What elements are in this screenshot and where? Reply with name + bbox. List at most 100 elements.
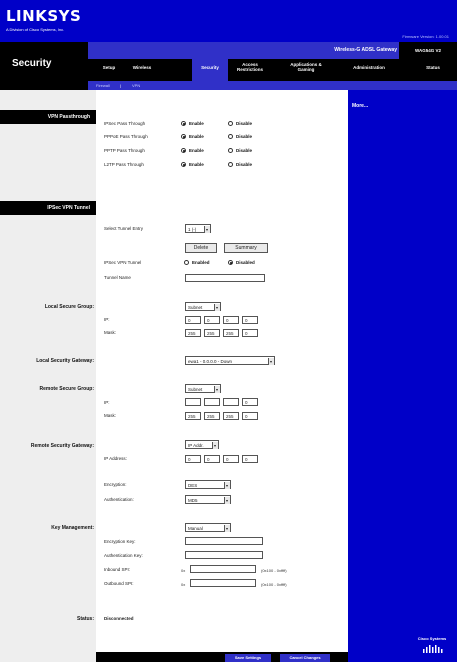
outbound-spi-label: Outbound SPI: bbox=[104, 581, 134, 586]
local-ip-octet-1[interactable]: 0 bbox=[185, 316, 201, 324]
firmware-version: Firmware Version: 1.00.01 bbox=[402, 34, 449, 39]
encryption-label: Encryption: bbox=[104, 482, 127, 487]
tab-setup[interactable]: Setup bbox=[96, 65, 122, 70]
tunnel-name-input[interactable] bbox=[185, 274, 265, 282]
header-row: Security Wireless-G ADSL Gateway WAG54G … bbox=[0, 42, 457, 90]
remote-ip-octet-3[interactable] bbox=[223, 398, 239, 406]
tab-access-restrictions[interactable]: Access Restrictions bbox=[230, 62, 270, 72]
linksys-logo: LINKSYS bbox=[6, 7, 82, 25]
logo-bar: LINKSYS A Division of Cisco Systems, Inc… bbox=[0, 0, 457, 42]
remote-gateway-ip-label: IP Address: bbox=[104, 456, 127, 461]
authentication-select[interactable]: MD5 ▾ bbox=[185, 495, 231, 504]
authentication-label: Authentication: bbox=[104, 497, 134, 502]
remote-ip-octet-2[interactable] bbox=[204, 398, 220, 406]
l2tp-passthrough-disable-radio[interactable] bbox=[228, 162, 233, 167]
l2tp-passthrough-disable-label: Disable bbox=[236, 162, 253, 167]
tab-administration[interactable]: Administration bbox=[343, 65, 395, 70]
local-ip-octet-4[interactable]: 0 bbox=[242, 316, 258, 324]
chevron-down-icon: ▾ bbox=[213, 303, 220, 311]
ipsec-passthrough-enable-radio[interactable] bbox=[181, 121, 186, 126]
chevron-down-icon: ▾ bbox=[203, 225, 210, 233]
tab-status[interactable]: Status bbox=[418, 65, 448, 70]
local-mask-octet-3[interactable]: 255 bbox=[223, 329, 239, 337]
remote-gateway-ip-octet-4[interactable]: 0 bbox=[242, 455, 258, 463]
cisco-logo-text: Cisco Systems bbox=[417, 636, 447, 641]
pptp-passthrough-enable-label: Enable bbox=[189, 148, 204, 153]
more-help-link[interactable]: More... bbox=[352, 103, 368, 109]
ipsec-tunnel-heading: IPSec VPN Tunnel bbox=[0, 201, 96, 215]
security-subnav: Firewall | VPN bbox=[88, 81, 457, 90]
pppoe-passthrough-enable-label: Enable bbox=[189, 134, 204, 139]
pptp-passthrough-disable-radio[interactable] bbox=[228, 148, 233, 153]
remote-group-type-value: Subnet bbox=[188, 386, 203, 392]
l2tp-passthrough-enable-label: Enable bbox=[189, 162, 204, 167]
remote-gateway-ip-octet-2[interactable]: 0 bbox=[204, 455, 220, 463]
cancel-changes-button[interactable]: Cancel Changes bbox=[280, 654, 330, 662]
ipsec-passthrough-disable-radio[interactable] bbox=[228, 121, 233, 126]
local-gateway-select[interactable]: ewa1 - 0.0.0.0 - Down ▾ bbox=[185, 356, 275, 365]
delete-button[interactable]: Delete bbox=[185, 243, 217, 253]
local-group-type-select[interactable]: Subnet ▾ bbox=[185, 302, 221, 311]
remote-group-type-select[interactable]: Subnet ▾ bbox=[185, 384, 221, 393]
help-sidebar bbox=[348, 90, 457, 662]
remote-mask-octet-1[interactable]: 255 bbox=[185, 412, 201, 420]
pppoe-passthrough-enable-radio[interactable] bbox=[181, 134, 186, 139]
remote-mask-octet-3[interactable]: 255 bbox=[223, 412, 239, 420]
local-mask-octet-2[interactable]: 255 bbox=[204, 329, 220, 337]
local-ip-octet-2[interactable]: 0 bbox=[204, 316, 220, 324]
vpn-passthrough-heading: VPN Passthrough bbox=[0, 110, 96, 124]
local-ip-octet-3[interactable]: 0 bbox=[223, 316, 239, 324]
local-mask-label: Mask: bbox=[104, 330, 117, 335]
outbound-spi-prefix: 0x bbox=[181, 582, 186, 587]
chevron-down-icon: ▾ bbox=[223, 481, 230, 489]
tunnel-enabled-radio[interactable] bbox=[184, 260, 189, 265]
inbound-spi-input[interactable] bbox=[190, 565, 256, 573]
local-gateway-value: ewa1 - 0.0.0.0 - Down bbox=[188, 358, 233, 364]
l2tp-passthrough-label: L2TP Pass Through bbox=[104, 162, 144, 167]
tab-applications-gaming[interactable]: Applications & Gaming bbox=[284, 62, 328, 72]
subtab-separator: | bbox=[120, 83, 122, 88]
main-nav: Setup Wireless Security Access Restricti… bbox=[88, 59, 457, 90]
remote-ip-octet-1[interactable] bbox=[185, 398, 201, 406]
authentication-key-label: Authentication Key: bbox=[104, 553, 143, 558]
tunnel-name-label: Tunnel Name bbox=[104, 275, 131, 280]
tab-security[interactable]: Security bbox=[192, 59, 228, 81]
remote-mask-octet-4[interactable]: 0 bbox=[242, 412, 258, 420]
save-settings-button[interactable]: Save Settings bbox=[225, 654, 271, 662]
summary-button[interactable]: Summary bbox=[224, 243, 268, 253]
authentication-key-input[interactable] bbox=[185, 551, 263, 559]
local-security-gateway-label: Local Security Gateway: bbox=[36, 358, 94, 364]
router-admin-page: LINKSYS A Division of Cisco Systems, Inc… bbox=[0, 0, 457, 662]
status-label: Status: bbox=[77, 616, 94, 622]
tunnel-disabled-label: Disabled bbox=[236, 260, 255, 265]
pppoe-passthrough-disable-radio[interactable] bbox=[228, 134, 233, 139]
remote-ip-octet-4[interactable]: 0 bbox=[242, 398, 258, 406]
encryption-select[interactable]: DES ▾ bbox=[185, 480, 231, 489]
tunnel-entry-select[interactable]: 1 (-) ▾ bbox=[185, 224, 211, 233]
left-label-column bbox=[0, 90, 96, 662]
local-mask-octet-1[interactable]: 255 bbox=[185, 329, 201, 337]
tab-wireless[interactable]: Wireless bbox=[126, 65, 158, 70]
tunnel-disabled-radio[interactable] bbox=[228, 260, 233, 265]
select-tunnel-entry-label: Select Tunnel Entry bbox=[104, 226, 144, 231]
key-management-label: Key Management: bbox=[51, 525, 94, 531]
remote-gateway-ip-octet-3[interactable]: 0 bbox=[223, 455, 239, 463]
remote-gateway-ip-octet-1[interactable]: 0 bbox=[185, 455, 201, 463]
pptp-passthrough-enable-radio[interactable] bbox=[181, 148, 186, 153]
remote-gateway-type-select[interactable]: IP Addr. ▾ bbox=[185, 440, 219, 449]
encryption-value: DES bbox=[188, 482, 198, 488]
key-management-select[interactable]: Manual ▾ bbox=[185, 523, 231, 532]
remote-mask-octet-2[interactable]: 255 bbox=[204, 412, 220, 420]
remote-security-gateway-label: Remote Security Gateway: bbox=[30, 443, 94, 449]
local-secure-group-label: Local Secure Group: bbox=[44, 304, 94, 310]
outbound-spi-input[interactable] bbox=[190, 579, 256, 587]
subtab-vpn[interactable]: VPN bbox=[132, 83, 140, 88]
local-group-type-value: Subnet bbox=[188, 304, 203, 310]
ipsec-passthrough-enable-label: Enable bbox=[189, 121, 204, 126]
ipsec-passthrough-label: IPSec Pass Through bbox=[104, 121, 146, 126]
l2tp-passthrough-enable-radio[interactable] bbox=[181, 162, 186, 167]
subtab-firewall[interactable]: Firewall bbox=[96, 83, 110, 88]
product-name: Wireless-G ADSL Gateway bbox=[334, 47, 397, 53]
local-mask-octet-4[interactable]: 0 bbox=[242, 329, 258, 337]
encryption-key-input[interactable] bbox=[185, 537, 263, 545]
